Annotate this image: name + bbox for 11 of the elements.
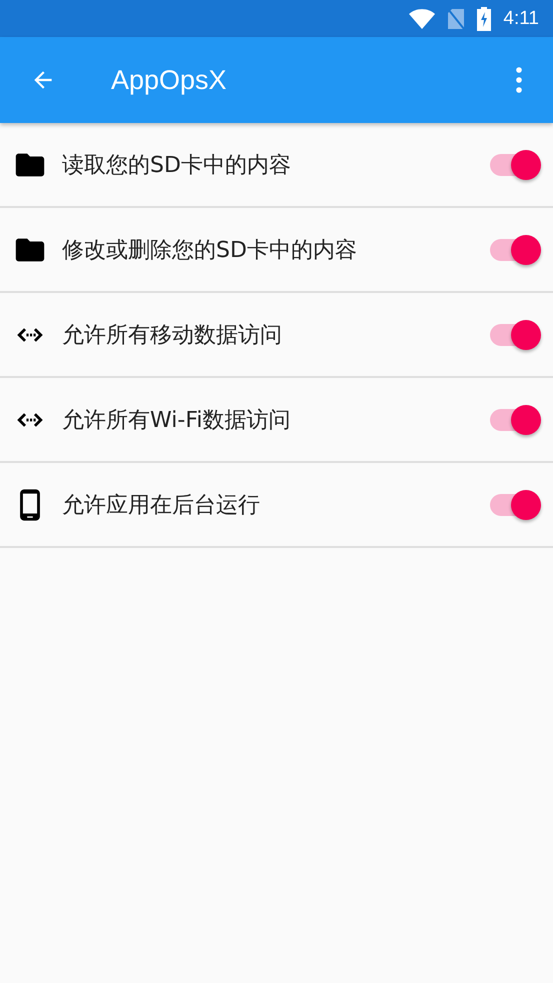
battery-charging-icon bbox=[477, 6, 492, 30]
app-title: AppOpsX bbox=[111, 64, 228, 96]
permission-label: 读取您的SD卡中的内容 bbox=[62, 152, 292, 180]
wifi-icon bbox=[409, 8, 436, 28]
no-sim-icon bbox=[447, 8, 466, 30]
more-options-icon[interactable] bbox=[516, 67, 522, 93]
permission-label: 允许应用在后台运行 bbox=[62, 492, 261, 520]
permission-label: 修改或删除您的SD卡中的内容 bbox=[62, 236, 358, 264]
permission-label: 允许所有Wi-Fi数据访问 bbox=[62, 406, 292, 434]
permission-label: 允许所有移动数据访问 bbox=[62, 322, 283, 350]
status-time: 4:11 bbox=[503, 8, 539, 30]
